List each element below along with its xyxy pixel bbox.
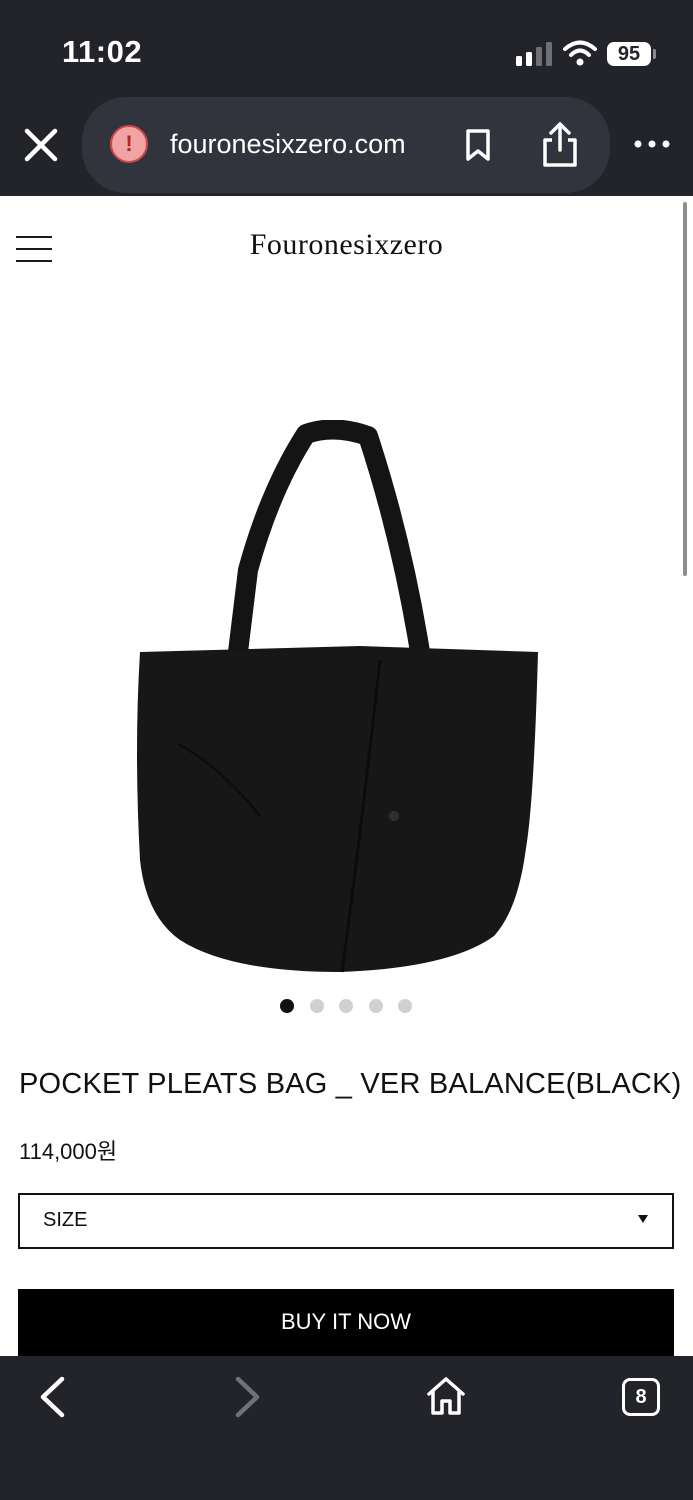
url-text[interactable]: fouronesixzero.com <box>170 126 406 162</box>
carousel-dot[interactable] <box>310 999 324 1013</box>
home-icon[interactable] <box>424 1374 468 1418</box>
wifi-icon <box>563 40 597 66</box>
size-select[interactable]: SIZE <box>18 1193 674 1249</box>
bookmark-icon[interactable] <box>464 128 492 162</box>
status-time: 11:02 <box>62 34 143 69</box>
image-carousel-dots <box>280 999 420 1015</box>
carousel-dot[interactable] <box>339 999 353 1013</box>
brand-logo[interactable]: Fouronesixzero <box>0 228 693 262</box>
size-select-label: SIZE <box>43 1209 88 1231</box>
close-button[interactable] <box>22 126 60 164</box>
carousel-dot[interactable] <box>398 999 412 1013</box>
more-icon[interactable] <box>632 136 672 152</box>
product-title: POCKET PLEATS BAG _ VER BALANCE(BLACK) <box>19 1068 682 1100</box>
back-icon[interactable] <box>34 1374 70 1420</box>
product-price: 114,000원 <box>19 1139 118 1164</box>
share-icon[interactable] <box>540 120 580 168</box>
browser-bottom-bar <box>0 1356 693 1500</box>
warning-icon[interactable]: ! <box>110 125 148 163</box>
cellular-signal-icon <box>516 42 552 66</box>
product-image[interactable] <box>120 420 560 990</box>
forward-icon[interactable] <box>230 1374 266 1420</box>
carousel-dot[interactable] <box>369 999 383 1013</box>
battery-indicator: 95 <box>607 42 651 66</box>
battery-cap <box>653 49 656 59</box>
carousel-dot[interactable] <box>280 999 294 1013</box>
tabs-icon[interactable]: 8 <box>622 1378 660 1416</box>
dropdown-arrow-icon <box>638 1215 648 1223</box>
buy-it-now-button[interactable]: BUY IT NOW <box>18 1289 674 1359</box>
